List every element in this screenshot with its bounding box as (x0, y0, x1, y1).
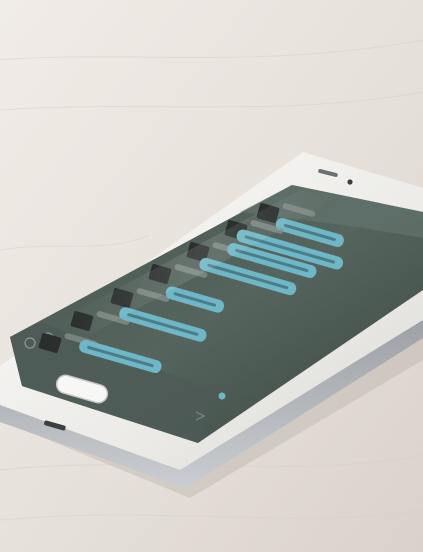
send-indicator-icon[interactable] (218, 392, 226, 400)
photo-scene (0, 0, 423, 552)
scene-svg (0, 0, 423, 552)
front-camera (347, 179, 353, 185)
